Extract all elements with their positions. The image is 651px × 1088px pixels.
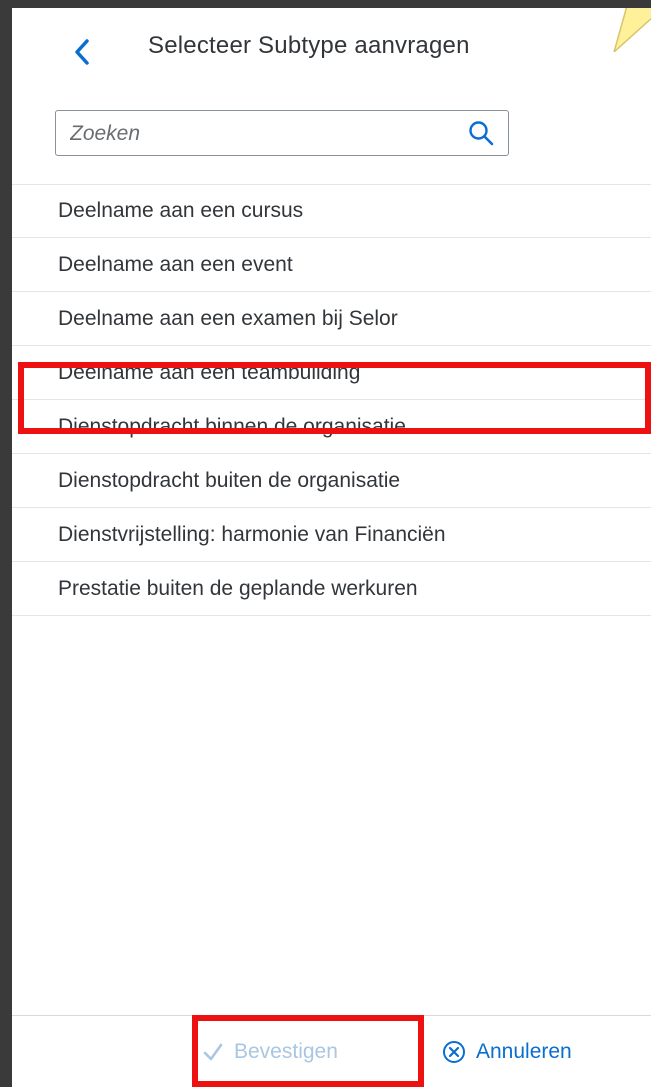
- subtype-select-dialog: Selecteer Subtype aanvragen Deelname aan…: [12, 8, 651, 1088]
- search-field[interactable]: [55, 110, 509, 157]
- list-item[interactable]: Dienstvrijstelling: harmonie van Financi…: [12, 508, 651, 562]
- search-input[interactable]: [68, 111, 452, 157]
- search-bar: [12, 92, 651, 185]
- dialog-title: Selecteer Subtype aanvragen: [148, 32, 470, 59]
- checkmark-icon: [203, 1043, 223, 1061]
- list-item[interactable]: Deelname aan een teambuilding: [12, 346, 651, 400]
- back-button[interactable]: [62, 28, 102, 76]
- confirm-button[interactable]: Bevestigen: [202, 1030, 338, 1074]
- cancel-button[interactable]: Annuleren: [442, 1030, 572, 1074]
- sticky-note-corner: [592, 8, 651, 52]
- list-item[interactable]: Dienstopdracht buiten de organisatie: [12, 454, 651, 508]
- background-left: [0, 0, 12, 1087]
- list-item[interactable]: Deelname aan een examen bij Selor: [12, 292, 651, 346]
- list-item[interactable]: Prestatie buiten de geplande werkuren: [12, 562, 651, 616]
- list-item[interactable]: Deelname aan een cursus: [12, 184, 651, 238]
- subtype-list: Deelname aan een cursus Deelname aan een…: [12, 184, 651, 616]
- circle-x-icon: [443, 1041, 465, 1063]
- cancel-label: Annuleren: [476, 1040, 572, 1063]
- dialog-header: Selecteer Subtype aanvragen: [12, 8, 651, 93]
- list-item[interactable]: Dienstopdracht binnen de organisatie: [12, 400, 651, 454]
- dialog-footer: Bevestigen Annuleren: [12, 1015, 651, 1088]
- chevron-left-icon: [75, 39, 89, 65]
- list-item[interactable]: Deelname aan een event: [12, 238, 651, 292]
- search-icon[interactable]: [468, 120, 494, 146]
- background-top: [0, 0, 651, 8]
- confirm-label: Bevestigen: [234, 1040, 338, 1063]
